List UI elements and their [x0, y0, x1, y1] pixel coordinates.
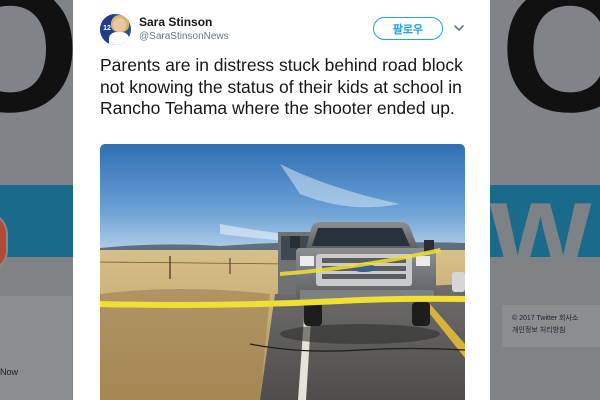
avatar-body [109, 32, 129, 45]
footer-copyright[interactable]: © 2017 Twitter 회사소 [512, 313, 600, 325]
avatar[interactable]: 12 [100, 14, 131, 45]
avatar-face [113, 18, 126, 32]
chevron-down-icon[interactable] [453, 22, 465, 34]
tweet-text: Parents are in distress stuck behind roa… [100, 55, 463, 118]
footer-privacy[interactable]: 개인정보 처리방침 [512, 325, 600, 337]
background-now-label: Now [0, 367, 19, 377]
display-name[interactable]: Sara Stinson [139, 15, 212, 29]
follow-button[interactable]: 팔로우 [373, 17, 443, 40]
background-letter: O [500, 0, 600, 150]
photo-scene [100, 144, 465, 400]
background-sidebar-card [0, 296, 72, 400]
tweet-card: 12 Sara Stinson @SaraStinsonNews 팔로우 Par… [73, 0, 490, 400]
user-handle[interactable]: @SaraStinsonNews [139, 31, 229, 42]
background-footer: © 2017 Twitter 회사소 개인정보 처리방침 [502, 305, 600, 347]
background-letter: O [0, 0, 81, 150]
tweet-photo[interactable] [100, 144, 465, 400]
